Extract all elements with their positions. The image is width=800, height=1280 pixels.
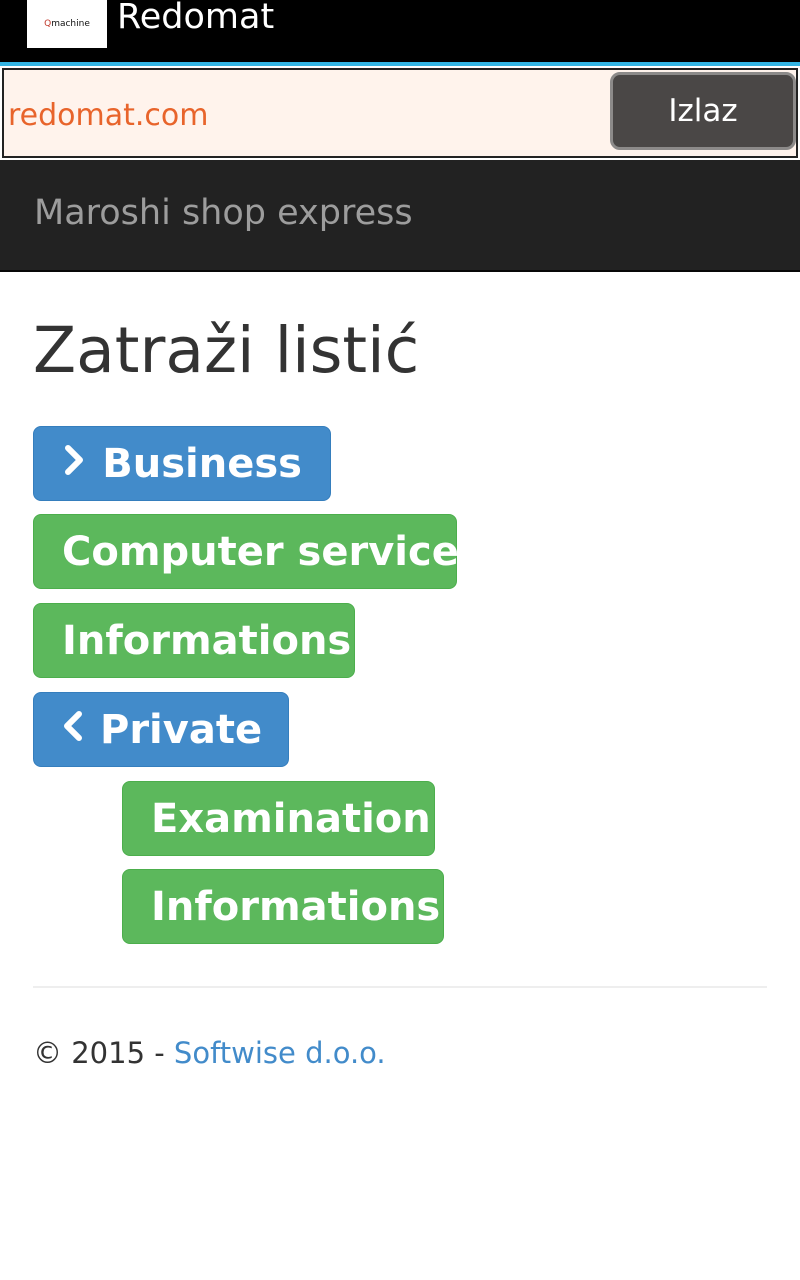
private-button[interactable]: Private xyxy=(33,692,289,767)
computer-service-button[interactable]: Computer service xyxy=(33,514,459,589)
footer-divider xyxy=(33,986,767,988)
business-button[interactable]: Business xyxy=(33,426,331,501)
url-text: redomat.com xyxy=(8,98,209,133)
chevron-right-icon xyxy=(62,444,86,484)
app-logo: Qmachine xyxy=(27,0,107,48)
url-bar: redomat.com Izlaz xyxy=(0,66,800,160)
business-button-label: Business xyxy=(102,440,302,487)
chevron-left-icon xyxy=(62,710,84,750)
copyright-text: © 2015 - xyxy=(33,1036,174,1070)
app-title: Redomat xyxy=(117,0,275,37)
examination-button[interactable]: Examination xyxy=(122,781,435,856)
logo-text: machine xyxy=(51,19,90,29)
site-navbar: Maroshi shop express xyxy=(0,160,800,272)
footer: © 2015 - Softwise d.o.o. xyxy=(33,1036,386,1070)
navbar-brand[interactable]: Maroshi shop express xyxy=(34,193,413,233)
private-informations-button[interactable]: Informations xyxy=(122,869,444,944)
exit-button[interactable]: Izlaz xyxy=(610,72,796,150)
app-action-bar: Qmachine Redomat xyxy=(0,0,800,62)
company-link[interactable]: Softwise d.o.o. xyxy=(174,1036,386,1070)
business-informations-button[interactable]: Informations xyxy=(33,603,355,678)
page-title: Zatraži listić xyxy=(33,314,420,387)
private-button-label: Private xyxy=(100,706,263,753)
